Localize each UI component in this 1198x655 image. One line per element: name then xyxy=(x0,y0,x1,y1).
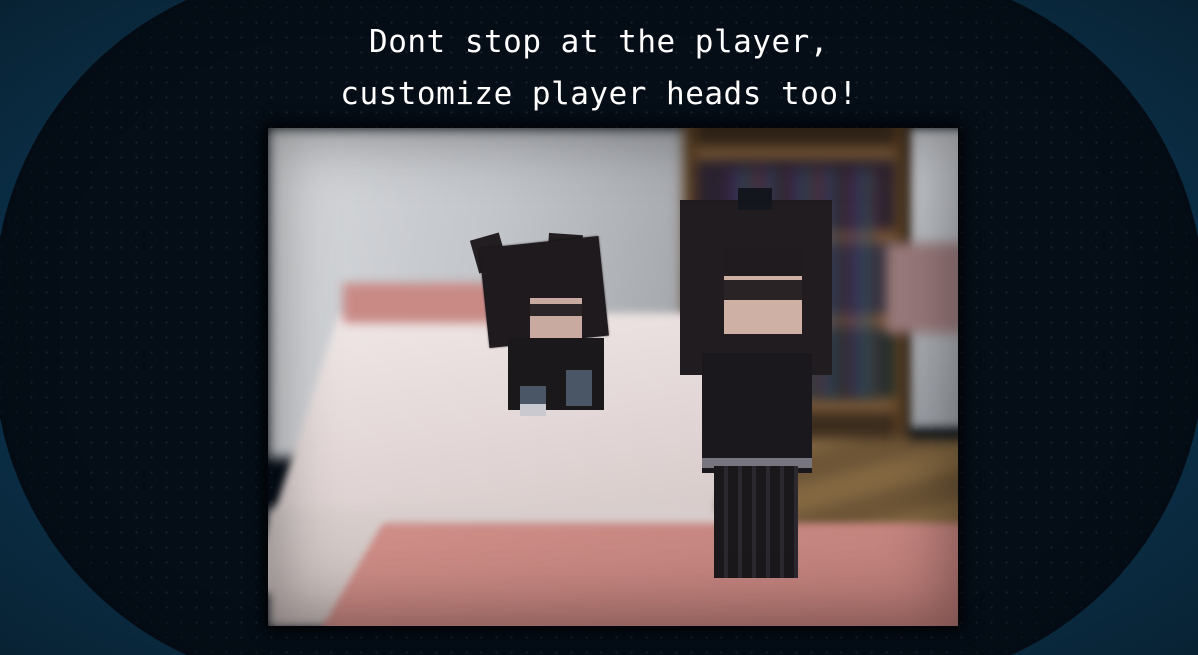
headline-line-2: customize player heads too! xyxy=(340,76,858,112)
game-screenshot xyxy=(268,128,958,626)
promo-banner: Dont stop at the player, customize playe… xyxy=(0,0,1198,655)
headline-line-1: Dont stop at the player, xyxy=(369,24,829,60)
headline: Dont stop at the player, customize playe… xyxy=(0,16,1198,120)
screenshot-vignette xyxy=(268,128,958,626)
